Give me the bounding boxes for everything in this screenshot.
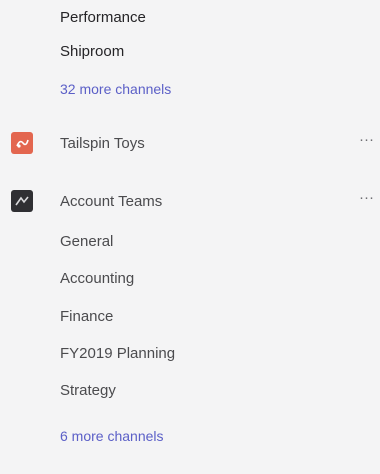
team-account-teams[interactable]: Account Teams ··· [0,186,380,216]
team-name: Account Teams [60,192,163,210]
channel-item-performance[interactable]: Performance [0,2,380,32]
channel-label: Performance [60,8,146,26]
channel-item-finance[interactable]: Finance [0,301,380,331]
channel-label: Accounting [60,269,135,287]
channel-item-shiproom[interactable]: Shiproom [0,36,380,66]
channel-item-strategy[interactable]: Strategy [0,375,380,405]
channel-item-fy2019-planning[interactable]: FY2019 Planning [0,338,380,368]
more-channels-label: 32 more channels [60,81,172,97]
account-teams-logo-icon [11,190,33,212]
channel-label: Strategy [60,381,116,399]
team-tailspin-toys[interactable]: Tailspin Toys ··· [0,128,380,158]
more-options-icon[interactable]: ··· [359,190,374,205]
channel-label: Finance [60,307,114,325]
team-name: Tailspin Toys [60,134,145,152]
channel-label: General [60,232,114,250]
more-channels-label: 6 more channels [60,428,164,444]
channel-item-general[interactable]: General [0,226,380,256]
more-options-icon[interactable]: ··· [359,132,374,147]
tailspin-toys-logo-icon [11,132,33,154]
channel-label: Shiproom [60,42,125,60]
more-channels-link[interactable]: 32 more channels [0,74,380,104]
channel-label: FY2019 Planning [60,344,176,362]
channel-item-accounting[interactable]: Accounting [0,263,380,293]
more-channels-link[interactable]: 6 more channels [0,421,380,451]
